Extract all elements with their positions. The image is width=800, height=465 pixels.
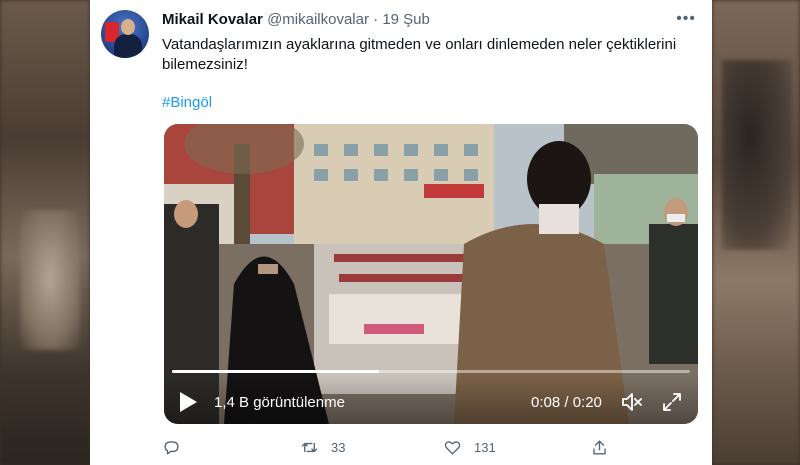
separator-dot: · [373,11,379,28]
tweet-text: Vatandaşlarımızın ayaklarına gitmeden ve… [162,36,677,73]
avatar-person-body [114,34,142,58]
author-handle[interactable]: @mikailkovalar [267,11,369,28]
share-button[interactable] [590,436,609,458]
tweet-header: Mikail Kovalar @mikailkovalar · 19 Şub [162,10,430,30]
tweet-card[interactable]: Mikail Kovalar @mikailkovalar · 19 Şub •… [90,0,712,465]
retweet-button[interactable]: 33 [300,436,345,458]
share-icon [593,439,606,455]
volume-icon[interactable] [620,390,644,414]
tweet-date[interactable]: 19 Şub [382,11,430,28]
heart-icon [444,440,461,455]
reply-button[interactable] [162,436,193,458]
play-icon[interactable] [178,391,198,413]
retweet-icon [301,442,318,452]
retweet-count: 33 [331,439,346,455]
view-count: 1,4 B görüntülenme [214,394,345,411]
avatar[interactable] [101,10,149,58]
hashtag-link[interactable]: #Bingöl [162,94,212,111]
author-name[interactable]: Mikail Kovalar [162,11,263,28]
more-horizontal-icon[interactable]: ••• [676,10,696,28]
fullscreen-icon[interactable] [660,390,684,414]
like-button[interactable]: 131 [443,436,496,458]
avatar-person-head [121,19,135,35]
video-player[interactable]: 1,4 B görüntülenme 0:08 / 0:20 [164,124,698,424]
video-controls: 1,4 B görüntülenme 0:08 / 0:20 [164,376,698,424]
blurred-background-right [712,0,800,465]
video-time: 0:08 / 0:20 [531,394,602,411]
tweet-actions: 33 131 [162,436,702,460]
blurred-background-left [0,0,90,465]
reply-icon [164,440,179,455]
progress-bar[interactable] [172,370,690,373]
progress-fill [172,370,380,373]
like-count: 131 [474,439,496,455]
